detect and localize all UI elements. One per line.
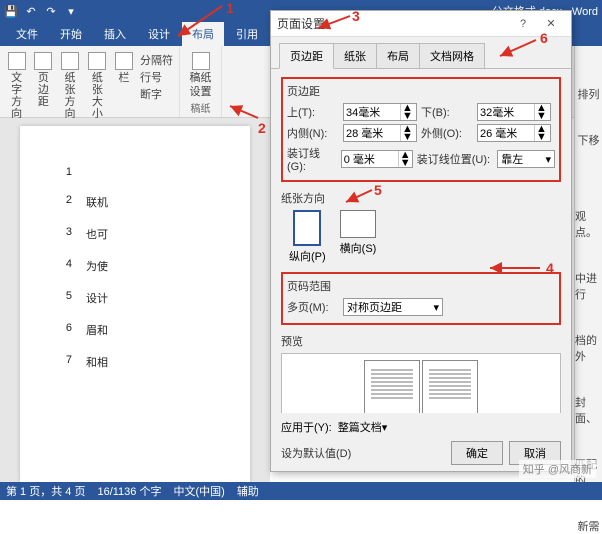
watermark: 知乎 @风商新 xyxy=(519,460,596,478)
outside-input[interactable]: ▲▼ xyxy=(477,124,551,142)
tab-design[interactable]: 设计 xyxy=(138,22,180,46)
breaks-group: 分隔符 行号 断字 xyxy=(138,50,175,104)
tab-references[interactable]: 引用 xyxy=(226,22,268,46)
word-count[interactable]: 16/1136 个字 xyxy=(97,483,161,499)
page-range-section: 页码范围 多页(M): 对称页边距▾ xyxy=(281,272,561,325)
apply-to-select[interactable]: 整篇文档▾ xyxy=(338,419,428,435)
landscape-option[interactable]: 横向(S) xyxy=(340,210,377,256)
top-input[interactable]: ▲▼ xyxy=(343,103,417,121)
preview-section: 预览 xyxy=(281,333,561,413)
tab-file[interactable]: 文件 xyxy=(6,22,48,46)
redo-icon[interactable]: ↷ xyxy=(44,4,58,18)
line-numbers-button[interactable]: 行号 xyxy=(140,69,173,85)
gaozhi-button[interactable]: 稿纸设置 xyxy=(187,50,215,100)
margins-section: 页边距 上(T): ▲▼ 下(B): ▲▼ 内侧(N): ▲▼ 外侧(O): ▲… xyxy=(281,77,561,182)
gutter-label: 装订线(G): xyxy=(287,145,337,173)
breaks-button[interactable]: 分隔符 xyxy=(140,52,173,68)
text-direction-button[interactable]: 文字方向 xyxy=(4,50,29,122)
orientation-button[interactable]: 纸张方向 xyxy=(57,50,82,122)
right-sidebar: 排列 下移 观点。 中进行 档的外 封面、 匹配的 新需 xyxy=(574,46,602,482)
gutter-pos-label: 装订线位置(U): xyxy=(417,151,494,167)
tab-docgrid[interactable]: 文档网格 xyxy=(419,43,485,69)
page-setup-dialog: 页面设置 ? ✕ 页边距 纸张 布局 文档网格 页边距 上(T): ▲▼ 下(B… xyxy=(270,10,572,472)
columns-button[interactable]: 栏 xyxy=(112,50,136,86)
dialog-titlebar: 页面设置 ? ✕ xyxy=(271,11,571,37)
language[interactable]: 中文(中国) xyxy=(173,483,224,499)
document-area: 1 2联机 3也可 4为使 5设计 6眉和 7和相 xyxy=(0,118,270,482)
apply-to-label: 应用于(Y): xyxy=(281,419,332,435)
gutter-pos-select[interactable]: 靠左▾ xyxy=(497,150,555,168)
tab-layout[interactable]: 布局 xyxy=(182,22,224,46)
margins-button[interactable]: 页边距 xyxy=(31,50,55,110)
inside-input[interactable]: ▲▼ xyxy=(343,124,417,142)
outside-label: 外侧(O): xyxy=(421,125,473,141)
orientation-icon xyxy=(61,52,79,70)
columns-icon xyxy=(115,52,133,70)
document-page[interactable]: 1 2联机 3也可 4为使 5设计 6眉和 7和相 xyxy=(20,126,250,482)
tab-layout-dlg[interactable]: 布局 xyxy=(376,43,420,69)
gutter-input[interactable]: ▲▼ xyxy=(341,150,413,168)
save-icon[interactable]: 💾 xyxy=(4,4,18,18)
dialog-tabs: 页边距 纸张 布局 文档网格 xyxy=(271,37,571,69)
hyphenation-button[interactable]: 断字 xyxy=(140,86,173,102)
size-button[interactable]: 纸张大小 xyxy=(85,50,110,122)
inside-label: 内侧(N): xyxy=(287,125,339,141)
multipage-label: 多页(M): xyxy=(287,299,339,315)
help-button[interactable]: ? xyxy=(509,14,537,34)
status-bar: 第 1 页，共 4 页 16/1136 个字 中文(中国) 辅助 xyxy=(0,482,602,500)
bottom-input[interactable]: ▲▼ xyxy=(477,103,551,121)
dialog-title: 页面设置 xyxy=(277,15,509,32)
portrait-option[interactable]: 纵向(P) xyxy=(289,210,326,264)
gaozhi-group-label: 稿纸 xyxy=(191,100,211,117)
close-button[interactable]: ✕ xyxy=(537,14,565,34)
ok-button[interactable]: 确定 xyxy=(451,441,503,465)
set-default-button[interactable]: 设为默认值(D) xyxy=(281,442,365,464)
tab-paper[interactable]: 纸张 xyxy=(333,43,377,69)
text-direction-icon xyxy=(8,52,26,70)
bottom-label: 下(B): xyxy=(421,104,473,120)
undo-icon[interactable]: ↶ xyxy=(24,4,38,18)
margins-icon xyxy=(34,52,52,70)
tab-margins[interactable]: 页边距 xyxy=(279,43,334,69)
qat-more-icon[interactable]: ▾ xyxy=(64,4,78,18)
accessibility[interactable]: 辅助 xyxy=(237,483,259,499)
chevron-down-icon: ▾ xyxy=(382,422,388,434)
multipage-select[interactable]: 对称页边距▾ xyxy=(343,298,443,316)
size-icon xyxy=(88,52,106,70)
top-label: 上(T): xyxy=(287,104,339,120)
chevron-down-icon: ▾ xyxy=(433,301,439,314)
page-count[interactable]: 第 1 页，共 4 页 xyxy=(6,483,85,499)
orientation-section: 纸张方向 纵向(P) 横向(S) xyxy=(281,190,561,264)
preview-box xyxy=(281,353,561,413)
tab-home[interactable]: 开始 xyxy=(50,22,92,46)
gaozhi-icon xyxy=(192,52,210,70)
chevron-down-icon: ▾ xyxy=(545,153,551,166)
tab-insert[interactable]: 插入 xyxy=(94,22,136,46)
